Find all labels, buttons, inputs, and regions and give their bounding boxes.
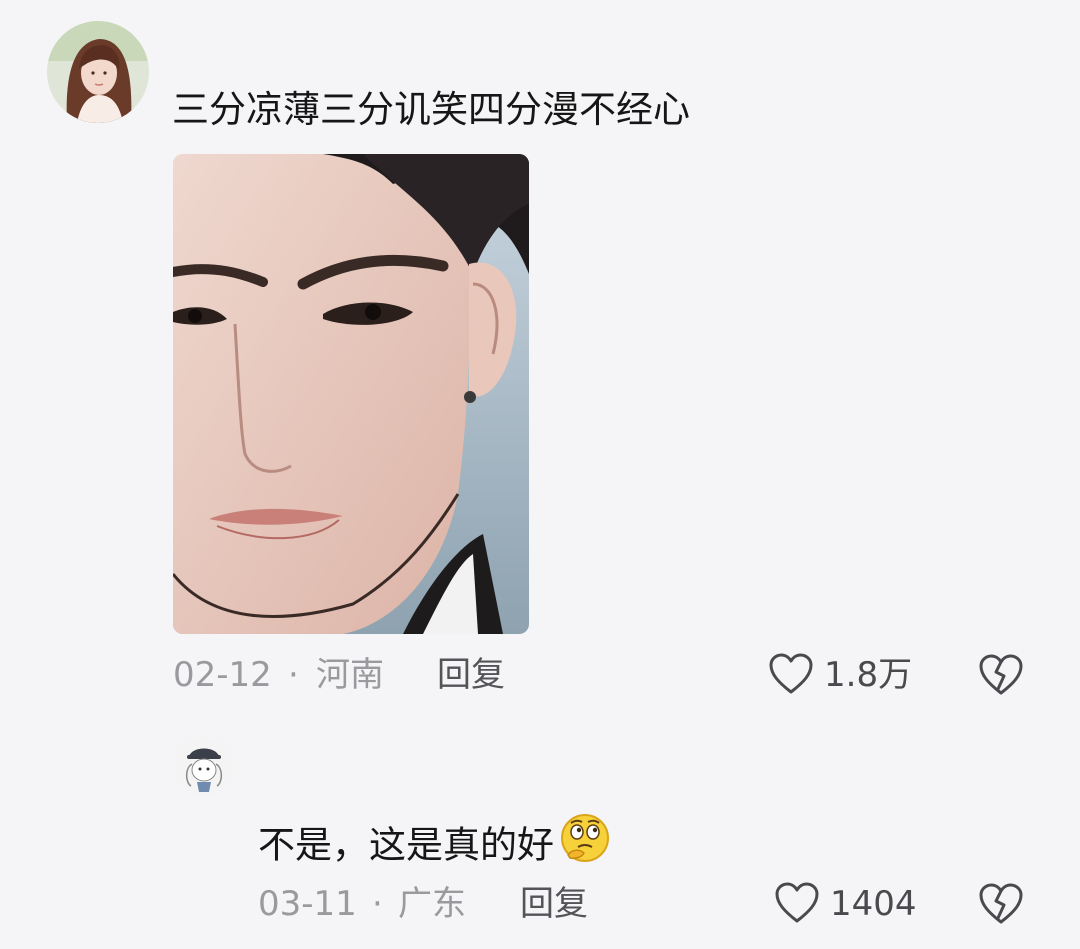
thinking-face-emoji <box>558 811 612 875</box>
reply-button[interactable]: 回复 <box>437 655 505 695</box>
like-count: 1404 <box>830 884 917 924</box>
meta-separator: · <box>288 655 299 695</box>
avatar[interactable] <box>47 21 149 123</box>
comment-date: 03-11 <box>258 884 357 924</box>
comment-attached-image[interactable] <box>173 154 529 634</box>
comment-text-content: 不是，这是真的好 <box>258 823 554 867</box>
comment-date: 02-12 <box>173 655 272 695</box>
heart-outline-icon[interactable] <box>774 881 820 925</box>
comment-item: 不是，这是真的好 03-11 · 广东 回复 1404 <box>0 720 1080 949</box>
avatar[interactable] <box>175 738 233 796</box>
broken-heart-icon[interactable] <box>978 653 1024 697</box>
comment-item: 三分凉薄三分讥笑四分漫不经心 02-12 · 河南 回复 1.8万 <box>0 0 1080 720</box>
reply-button[interactable]: 回复 <box>520 884 588 924</box>
meta-separator: · <box>372 884 383 924</box>
comment-text: 三分凉薄三分讥笑四分漫不经心 <box>172 88 690 131</box>
anime-portrait-image <box>173 154 529 634</box>
heart-outline-icon[interactable] <box>768 652 814 696</box>
like-count: 1.8万 <box>824 655 913 695</box>
comment-location: 河南 <box>316 655 384 695</box>
broken-heart-icon[interactable] <box>978 882 1024 926</box>
comment-text: 不是，这是真的好 <box>258 814 612 879</box>
comment-location: 广东 <box>398 884 466 924</box>
